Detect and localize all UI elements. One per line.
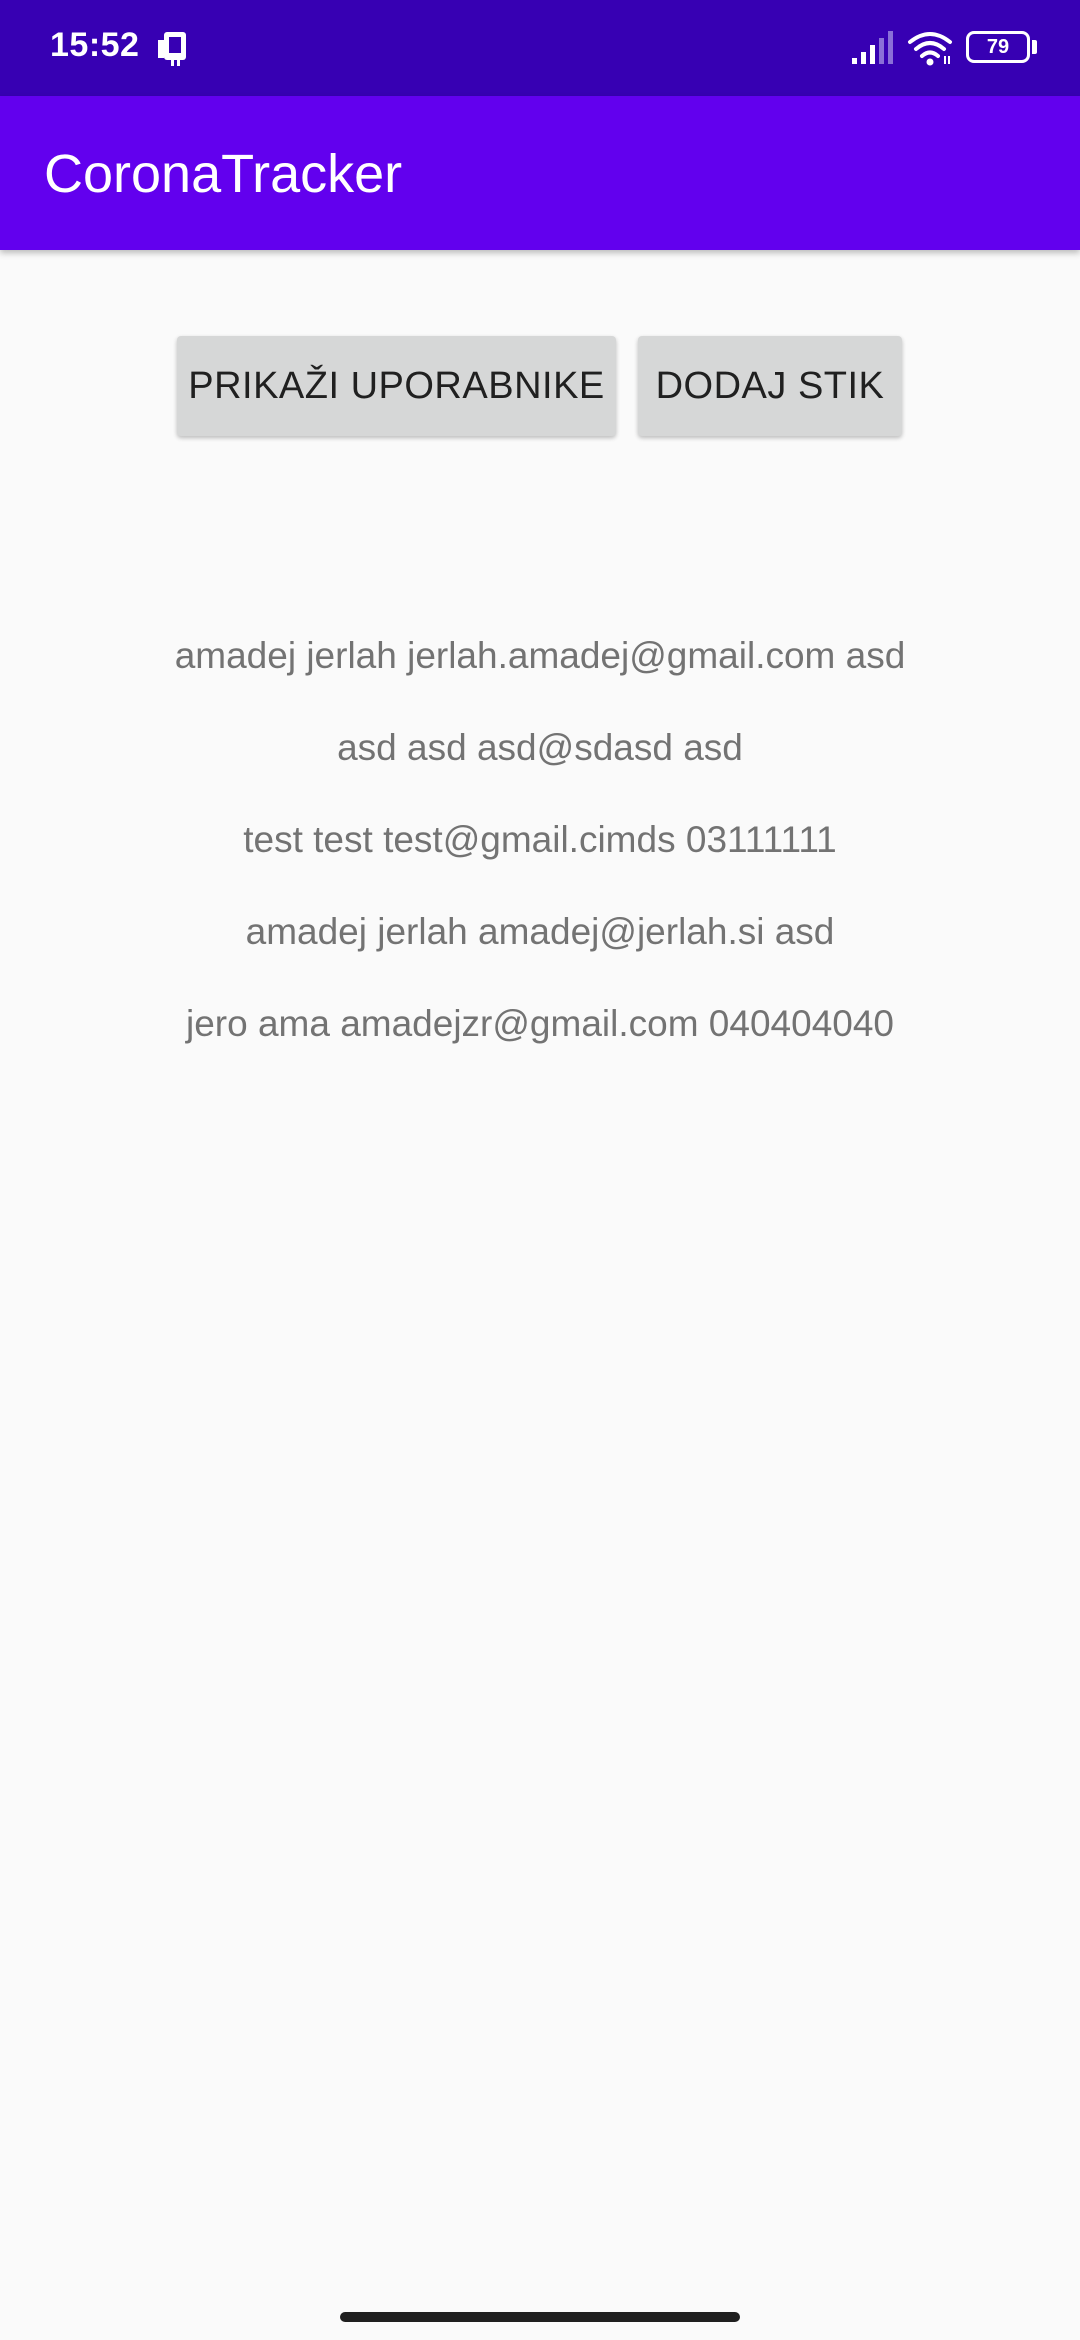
- status-bar: 15:52 79: [0, 0, 1080, 96]
- app-title: CoronaTracker: [44, 144, 403, 204]
- signal-icon: [852, 31, 893, 64]
- user-list-item: test test test@gmail.cimds 03111111: [243, 819, 837, 860]
- user-list: amadej jerlah jerlah.amadej@gmail.com as…: [0, 610, 1080, 1070]
- user-list-item: jero ama amadejzr@gmail.com 040404040: [185, 1003, 895, 1044]
- show-users-button[interactable]: PRIKAŽI UPORABNIKE: [177, 336, 616, 436]
- battery-level: 79: [986, 35, 1010, 58]
- status-time: 15:52: [50, 26, 140, 64]
- home-indicator[interactable]: [340, 2312, 740, 2322]
- user-list-item: amadej jerlah amadej@jerlah.si asd: [245, 911, 835, 952]
- battery-cap: [1032, 40, 1037, 54]
- battery-icon: 79: [966, 31, 1030, 63]
- notification-icon: [158, 32, 186, 66]
- user-list-item: amadej jerlah jerlah.amadej@gmail.com as…: [174, 635, 906, 676]
- wifi-icon: [908, 32, 952, 66]
- user-list-item: asd asd asd@sdasd asd: [337, 727, 743, 768]
- add-contact-button[interactable]: DODAJ STIK: [638, 336, 902, 436]
- app-bar: CoronaTracker: [0, 96, 1080, 250]
